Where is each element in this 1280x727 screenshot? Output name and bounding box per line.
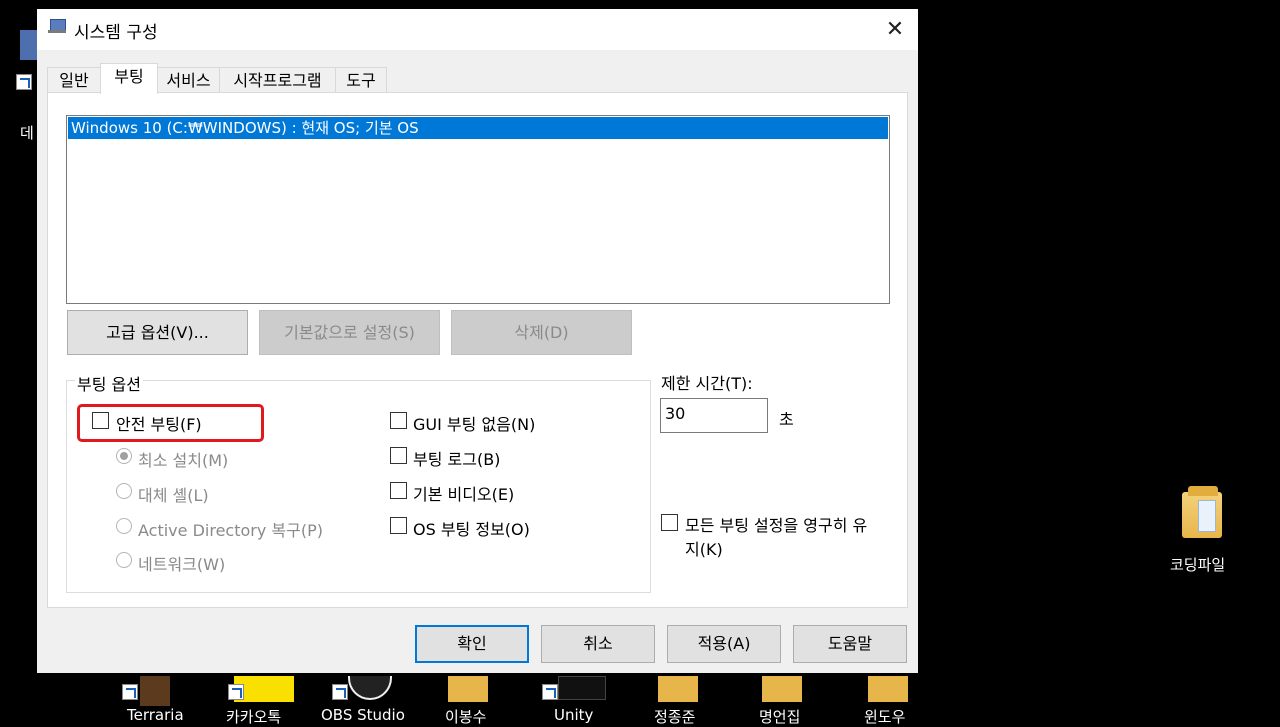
desktop-folder-label: 코딩파일 bbox=[1170, 556, 1226, 574]
tree-icon bbox=[140, 676, 170, 706]
desktop-icon-unity[interactable]: Unity bbox=[538, 676, 608, 724]
make-permanent-label-line2: 지(K) bbox=[685, 540, 723, 559]
no-gui-boot-label: GUI 부팅 없음(N) bbox=[413, 415, 536, 434]
ad-repair-label: Active Directory 복구(P) bbox=[138, 521, 323, 540]
desktop-shortcut-left[interactable] bbox=[16, 28, 38, 92]
desktop-icon-label: 이봉수 bbox=[445, 708, 487, 726]
help-button[interactable]: 도움말 bbox=[793, 625, 907, 663]
network-radio[interactable] bbox=[116, 552, 132, 568]
cancel-button[interactable]: 취소 bbox=[541, 625, 655, 663]
base-video-checkbox[interactable] bbox=[390, 482, 407, 499]
obs-icon bbox=[348, 676, 392, 700]
folder-icon bbox=[448, 676, 488, 702]
msconfig-icon bbox=[48, 18, 66, 34]
dialog-title: 시스템 구성 bbox=[74, 23, 158, 43]
make-permanent-label-line1: 모든 부팅 설정을 영구히 유 bbox=[685, 516, 868, 535]
desktop-icon-terraria[interactable]: Terraria bbox=[120, 676, 190, 724]
tab-boot[interactable]: 부팅 bbox=[100, 63, 158, 94]
titlebar[interactable]: 시스템 구성 ✕ bbox=[37, 9, 918, 50]
ad-repair-radio[interactable] bbox=[116, 518, 132, 534]
make-permanent-checkbox[interactable] bbox=[661, 514, 678, 531]
shortcut-arrow-icon bbox=[122, 684, 138, 700]
minimal-label: 최소 설치(M) bbox=[138, 451, 229, 470]
folder-icon bbox=[658, 676, 698, 702]
network-label: 네트워크(W) bbox=[138, 555, 226, 574]
delete-button[interactable]: 삭제(D) bbox=[451, 310, 632, 355]
desktop-icon-kakaotalk[interactable]: 카카오톡 bbox=[224, 676, 304, 726]
no-gui-boot-checkbox[interactable] bbox=[390, 412, 407, 429]
alternate-shell-label: 대체 셸(L) bbox=[138, 486, 209, 505]
os-list-item[interactable]: Windows 10 (C:₩WINDOWS) : 현재 OS; 기본 OS bbox=[68, 117, 888, 139]
boot-log-checkbox[interactable] bbox=[390, 447, 407, 464]
close-icon: ✕ bbox=[885, 17, 905, 42]
desktop-icon-folder-2[interactable]: 정종준 bbox=[648, 676, 718, 726]
unity-icon bbox=[558, 676, 606, 700]
desktop-icon-label: Terraria bbox=[127, 706, 184, 724]
minimal-radio[interactable] bbox=[116, 448, 132, 464]
monitor-icon bbox=[20, 30, 38, 60]
timeout-input[interactable]: 30 bbox=[660, 398, 768, 433]
desktop-icon-label: 명언집 bbox=[759, 708, 801, 726]
tab-services[interactable]: 서비스 bbox=[157, 67, 220, 93]
apply-button[interactable]: 적용(A) bbox=[667, 625, 781, 663]
timeout-label: 제한 시간(T): bbox=[661, 374, 753, 393]
close-button[interactable]: ✕ bbox=[872, 9, 918, 50]
boot-log-label: 부팅 로그(B) bbox=[413, 450, 501, 469]
set-default-button[interactable]: 기본값으로 설정(S) bbox=[259, 310, 440, 355]
desktop-left-label: 데 bbox=[20, 124, 34, 142]
shortcut-arrow-icon bbox=[228, 684, 244, 700]
desktop-icon-obs[interactable]: OBS Studio bbox=[318, 676, 414, 724]
advanced-options-button[interactable]: 고급 옵션(V)... bbox=[67, 310, 248, 355]
shortcut-arrow-icon bbox=[332, 684, 348, 700]
base-video-label: 기본 비디오(E) bbox=[413, 485, 515, 504]
alternate-shell-radio[interactable] bbox=[116, 483, 132, 499]
highlight-annotation bbox=[77, 404, 264, 442]
timeout-unit: 초 bbox=[779, 410, 794, 429]
folder-icon bbox=[762, 676, 802, 702]
system-config-dialog: 시스템 구성 ✕ 일반 부팅 서비스 시작프로그램 도구 Windows 10 … bbox=[37, 9, 918, 673]
tab-startup[interactable]: 시작프로그램 bbox=[219, 67, 336, 93]
desktop-icon-folder-1[interactable]: 이봉수 bbox=[440, 676, 510, 726]
desktop-icon-label: 윈도우 bbox=[864, 708, 906, 726]
desktop-icon-label: 카카오톡 bbox=[226, 708, 282, 726]
desktop-icon-label: 정종준 bbox=[654, 708, 696, 726]
os-boot-info-checkbox[interactable] bbox=[390, 517, 407, 534]
os-list[interactable]: Windows 10 (C:₩WINDOWS) : 현재 OS; 기본 OS bbox=[66, 115, 890, 304]
boot-options-legend: 부팅 옵션 bbox=[75, 371, 143, 395]
shortcut-arrow-icon bbox=[16, 74, 32, 90]
desktop-icon-folder-3[interactable]: 명언집 bbox=[754, 676, 824, 726]
folder-icon bbox=[868, 676, 908, 702]
desktop-icon-label: Unity bbox=[554, 706, 594, 724]
ok-button[interactable]: 확인 bbox=[415, 625, 529, 663]
folder-icon bbox=[1182, 486, 1222, 538]
desktop-icon-label: OBS Studio bbox=[321, 706, 405, 724]
shortcut-arrow-icon bbox=[542, 684, 558, 700]
tab-general[interactable]: 일반 bbox=[47, 67, 101, 93]
os-boot-info-label: OS 부팅 정보(O) bbox=[413, 520, 530, 539]
tab-tools[interactable]: 도구 bbox=[335, 67, 387, 93]
desktop-icon-folder-4[interactable]: 윈도우 bbox=[858, 676, 928, 726]
